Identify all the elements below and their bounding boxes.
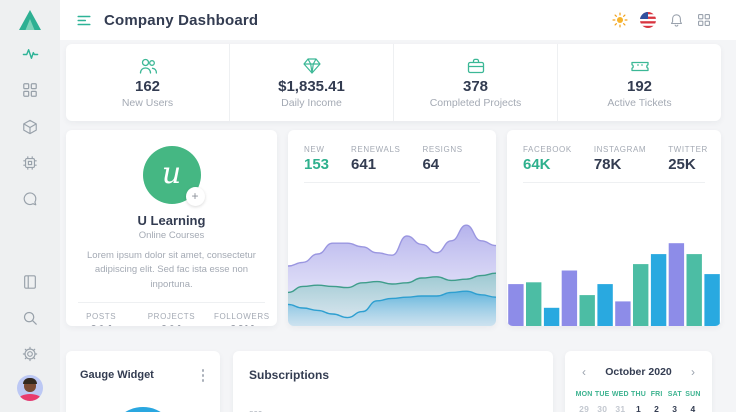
sidebar-item-chat[interactable] [0,191,60,207]
profile-stat-posts: POSTS 864 [66,312,136,326]
header-actions [612,12,712,28]
stat-twitter: TWITTER 25K [668,145,708,173]
users-icon [138,56,158,76]
avatar [17,375,43,401]
calendar-date[interactable]: 3 [666,404,684,412]
search-icon [22,310,38,326]
profile-stat-projects: PROJECTS 261 [136,312,206,326]
calendar-next-button[interactable]: › [688,365,698,379]
sidebar-item-settings[interactable] [0,346,60,362]
subscribers-chart-card: NEW 153 RENEWALS 641 RESIGNS 64 [288,130,496,326]
calendar-month-title: October 2020 [605,366,672,378]
stat-active-tickets: 192 Active Tickets [557,44,721,121]
calendar-day-headers: MON TUE WED THU FRI SAT SUN [575,391,702,398]
notifications-button[interactable] [668,12,684,28]
sidebar-item-components[interactable] [0,119,60,135]
grid-icon [22,82,38,98]
profile-card: u + U Learning Online Courses Lorem ipsu… [66,130,277,326]
hamburger-icon [76,12,92,29]
language-selector-button[interactable] [640,12,656,28]
stat-label: Active Tickets [607,97,671,109]
calendar-date[interactable]: 2 [648,404,666,412]
stat-label: New Users [122,97,173,109]
sidebar-item-widgets[interactable] [0,82,60,98]
apps-grid-icon [697,13,711,27]
gauge-widget-card: Gauge Widget [66,351,220,412]
stat-resigns: RESIGNS 64 [422,145,462,173]
gauge-arc [109,407,177,412]
bell-icon [669,13,684,28]
card-title: Subscriptions [249,368,537,382]
stat-label: Completed Projects [430,97,522,109]
profile-stats: POSTS 864 PROJECTS 261 FOLLOWERS 32K [66,312,277,326]
calendar-prev-button[interactable]: ‹ [579,365,589,379]
stat-value: 378 [463,78,488,95]
journal-icon [22,274,38,290]
profile-stat-followers: FOLLOWERS 32K [207,312,277,326]
sun-icon [612,12,628,28]
divider [523,182,705,183]
social-stats: FACEBOOK 64K INSTAGRAM 78K TWITTER 25K [507,130,721,182]
diamond-icon [302,56,322,76]
apps-menu-button[interactable] [696,12,712,28]
profile-name: U Learning [66,213,277,228]
calendar-week-row: 29 30 31 1 2 3 4 [575,404,702,412]
gear-icon [22,346,38,362]
sidebar-user-avatar[interactable] [0,375,60,401]
calendar-date[interactable]: 31 [611,404,629,412]
stat-new: NEW 153 [304,145,329,173]
cpu-icon [22,155,38,171]
ticket-icon [630,56,650,76]
sidebar-item-system[interactable] [0,155,60,171]
stat-value: $1,835.41 [278,78,345,95]
stats-summary-card: 162 New Users $1,835.41 Daily Income 378… [66,44,721,121]
calendar-date[interactable]: 29 [575,404,593,412]
sidebar [0,0,60,412]
stat-value: 192 [627,78,652,95]
chat-bubble-icon [22,191,38,207]
triangle-logo-icon [17,8,43,32]
calendar-date[interactable]: 30 [593,404,611,412]
profile-subtitle: Online Courses [66,230,277,241]
stat-value: 162 [135,78,160,95]
sidebar-item-search[interactable] [0,310,60,326]
stat-label: Daily Income [281,97,342,109]
area-chart [288,206,496,326]
profile-description: Lorem ipsum dolor sit amet, consectetur … [80,249,263,292]
card-title: Gauge Widget [80,369,154,381]
theme-toggle-button[interactable] [612,12,628,28]
divider [78,302,265,303]
social-chart-card: FACEBOOK 64K INSTAGRAM 78K TWITTER 25K [507,130,721,326]
stat-facebook: FACEBOOK 64K [523,145,572,173]
calendar-date[interactable]: 4 [684,404,702,412]
subscribers-stats: NEW 153 RENEWALS 641 RESIGNS 64 [288,130,496,182]
sidebar-item-activity[interactable] [0,46,60,63]
us-flag-icon [640,12,656,28]
activity-icon [22,46,39,63]
subscriptions-chart-card: Subscriptions 800 [233,351,553,412]
calendar-card: ‹ October 2020 › MON TUE WED THU FRI SAT… [565,351,712,412]
page-title: Company Dashboard [104,12,258,29]
divider [304,182,480,183]
kebab-menu-button[interactable] [198,367,209,384]
stat-renewals: RENEWALS 641 [351,145,400,173]
top-header: Company Dashboard [60,0,736,40]
sidebar-item-docs[interactable] [0,274,60,290]
stat-new-users: 162 New Users [66,44,229,121]
calendar-date[interactable]: 1 [629,404,647,412]
stat-completed-projects: 378 Completed Projects [393,44,557,121]
bar-chart [507,231,721,326]
app-logo[interactable] [0,8,60,32]
stat-daily-income: $1,835.41 Daily Income [229,44,393,121]
hamburger-menu-button[interactable] [76,12,92,28]
briefcase-icon [466,56,486,76]
stat-instagram: INSTAGRAM 78K [594,145,646,173]
cube-icon [22,119,38,135]
add-follow-button[interactable]: + [186,187,205,206]
